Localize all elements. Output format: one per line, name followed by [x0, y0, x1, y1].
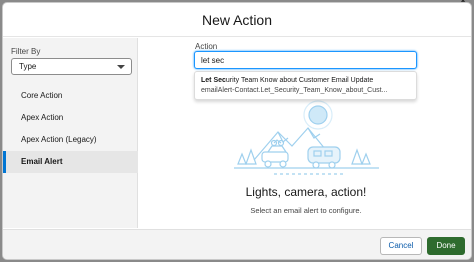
done-button[interactable]: Done	[427, 237, 465, 255]
action-field-label: Action	[195, 42, 218, 51]
sidebar-item-apex-action[interactable]: Apex Action	[3, 107, 138, 129]
new-action-modal: New Action Filter By Type Core Action Ap…	[2, 2, 472, 260]
suggestion-dropdown: Let Security Team Know about Customer Em…	[194, 71, 417, 100]
sidebar-item-label: Apex Action	[21, 113, 64, 122]
action-main-panel: Action let sec Lights, camera, action! S…	[139, 38, 471, 228]
filter-by-label: Filter By	[11, 47, 41, 56]
empty-state-subtitle: Select an email alert to configure.	[250, 206, 362, 215]
suggestion-rest-text: urity Team Know about Customer Email Upd…	[225, 77, 374, 84]
suggestion-item-title[interactable]: Let Security Team Know about Customer Em…	[201, 76, 416, 86]
sidebar-item-label: Apex Action (Legacy)	[21, 135, 97, 144]
sidebar-item-core-action[interactable]: Core Action	[3, 85, 138, 107]
modal-footer: Cancel Done	[3, 229, 471, 259]
action-search-input[interactable]	[194, 51, 417, 69]
cancel-button[interactable]: Cancel	[380, 237, 422, 255]
sidebar-item-apex-action-legacy[interactable]: Apex Action (Legacy)	[3, 129, 138, 151]
modal-header: New Action	[3, 3, 471, 37]
camping-illustration	[234, 98, 379, 188]
suggestion-item-subtitle: emailAlert-Contact.Let_Security_Team_Kno…	[201, 87, 388, 94]
chevron-down-icon	[117, 65, 125, 69]
sidebar-item-email-alert[interactable]: Email Alert	[3, 151, 138, 173]
filter-select-value: Type	[19, 62, 37, 71]
filter-sidebar: Filter By Type Core Action Apex Action A…	[3, 38, 138, 228]
sidebar-item-label: Email Alert	[21, 157, 63, 166]
modal-title: New Action	[201, 12, 273, 28]
filter-type-select[interactable]: Type	[11, 58, 132, 75]
empty-state-title: Lights, camera, action!	[245, 185, 367, 199]
sidebar-item-label: Core Action	[21, 91, 63, 100]
suggestion-match-text: Let Sec	[201, 77, 226, 84]
